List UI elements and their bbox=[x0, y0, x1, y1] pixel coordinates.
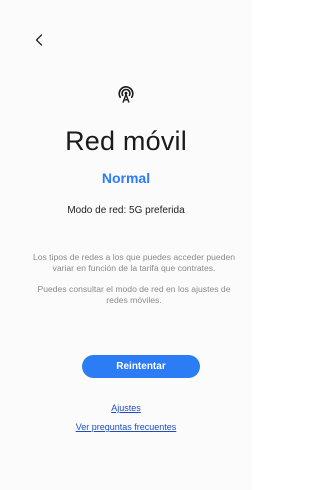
chevron-left-icon bbox=[35, 34, 43, 46]
retry-button[interactable]: Reintentar bbox=[82, 355, 200, 378]
back-button[interactable] bbox=[32, 32, 46, 48]
network-mode-text: Modo de red: 5G preferida bbox=[67, 205, 185, 216]
settings-link[interactable]: Ajustes bbox=[0, 403, 252, 413]
mobile-network-screen: Red móvil Normal Modo de red: 5G preferi… bbox=[0, 0, 252, 490]
faq-link[interactable]: Ver preguntas frecuentes bbox=[0, 422, 252, 432]
network-types-description: Los tipos de redes a los que puedes acce… bbox=[32, 252, 236, 273]
network-status: Normal bbox=[101, 170, 151, 186]
mobile-network-antenna-icon bbox=[118, 86, 134, 103]
network-settings-description: Puedes consultar el modo de red en los a… bbox=[37, 284, 231, 305]
page-title: Red móvil bbox=[65, 126, 187, 156]
